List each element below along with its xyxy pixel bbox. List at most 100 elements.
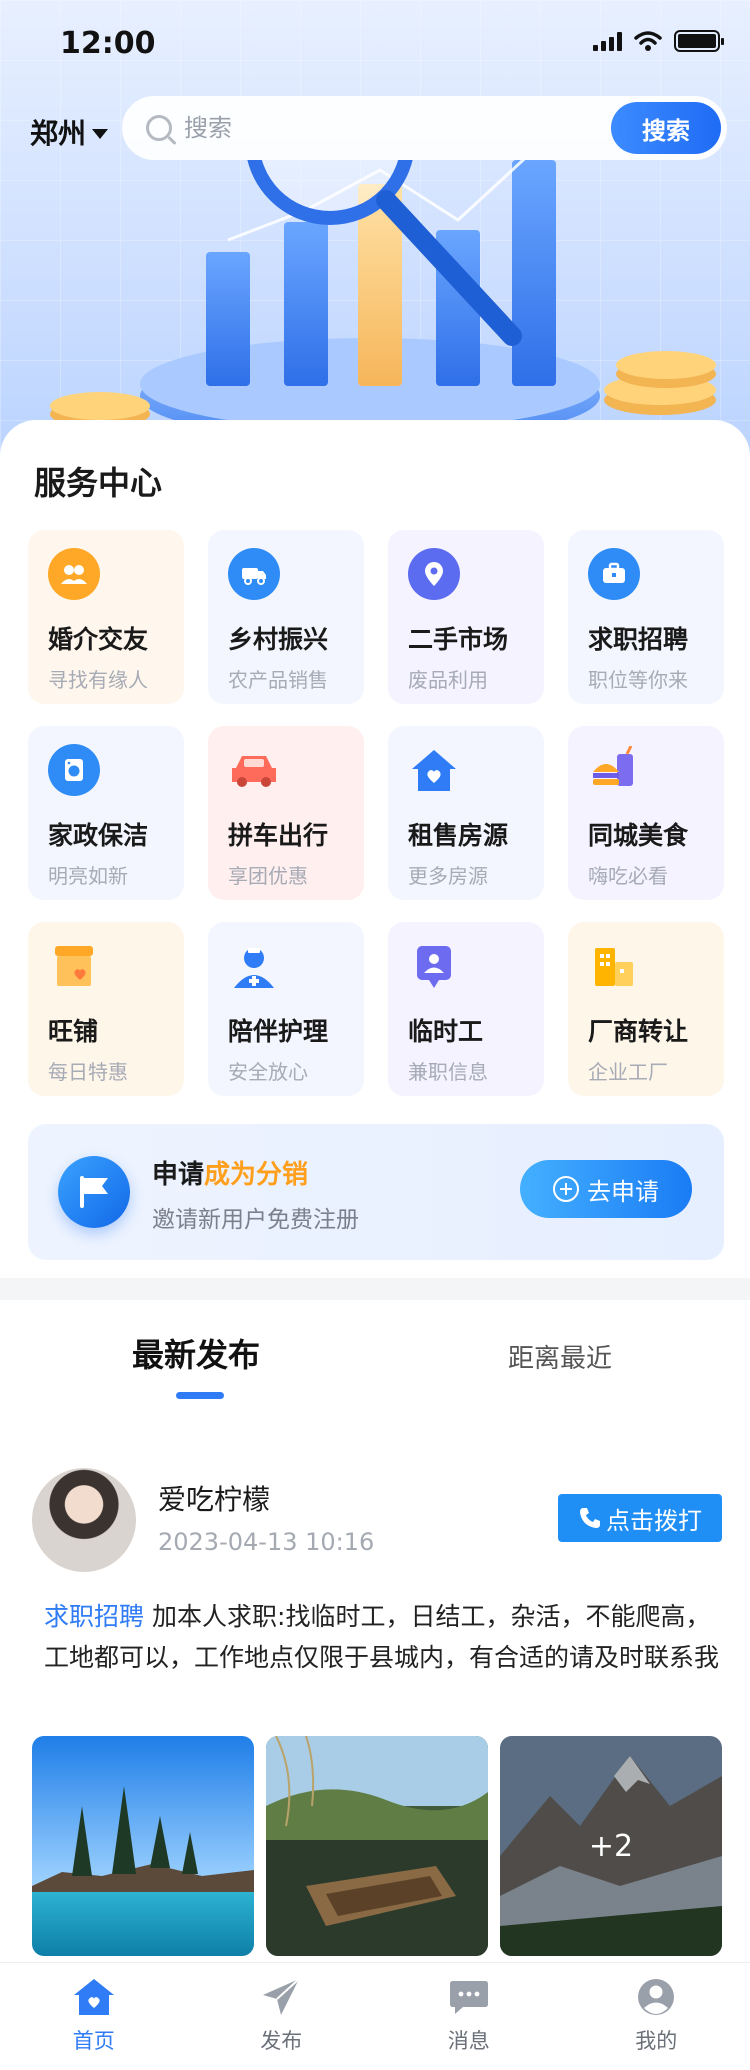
tile-title: 厂商转让: [588, 1017, 689, 1046]
tile-title: 乡村振兴: [228, 625, 329, 654]
service-tile-carpool[interactable]: 拼车出行 享团优惠: [208, 726, 364, 900]
phone-icon: [580, 1508, 600, 1528]
post-username[interactable]: 爱吃柠檬: [158, 1478, 270, 1518]
status-time: 12:00: [60, 26, 156, 61]
post-time: 2023-04-13 10:16: [158, 1528, 375, 1556]
service-tile-secondhand[interactable]: 二手市场 废品利用: [388, 530, 544, 704]
tile-title: 租售房源: [408, 821, 509, 850]
tabbar-item-home[interactable]: 首页: [0, 1963, 188, 2070]
people-icon: [48, 548, 112, 600]
distributor-banner[interactable]: 申请成为分销 邀请新用户免费注册 去申请: [28, 1124, 724, 1260]
tile-title: 陪伴护理: [228, 1017, 329, 1046]
city-selector[interactable]: 郑州: [30, 112, 109, 152]
promo-subtitle: 邀请新用户免费注册: [152, 1207, 359, 1233]
tile-subtitle: 享团优惠: [228, 864, 308, 888]
service-grid: 婚介交友 寻找有缘人 乡村振兴 农产品销售 二手市场 废品利用 求职招聘 职位等…: [28, 530, 724, 1096]
tabbar-label: 首页: [72, 2029, 115, 2053]
call-button[interactable]: 点击拨打: [558, 1494, 722, 1542]
call-button-label: 点击拨打: [606, 1506, 702, 1535]
post-photo-mountain[interactable]: +2: [500, 1736, 722, 1956]
tile-subtitle: 明亮如新: [48, 864, 128, 888]
service-tile-factory[interactable]: 厂商转让 企业工厂: [568, 922, 724, 1096]
tab-nearest[interactable]: 距离最近: [508, 1338, 612, 1375]
tile-subtitle: 兼职信息: [408, 1060, 488, 1084]
tabbar-item-profile[interactable]: 我的: [563, 1963, 750, 2070]
service-tile-jobs[interactable]: 求职招聘 职位等你来: [568, 530, 724, 704]
flag-icon: [58, 1156, 130, 1228]
hero-banner: 12:00 郑州 搜索: [0, 0, 750, 470]
burger-drink-icon: [588, 744, 652, 796]
factory-icon: [588, 940, 652, 992]
tile-title: 旺铺: [48, 1017, 99, 1046]
search-icon: [146, 115, 172, 141]
service-tile-housing[interactable]: 租售房源 更多房源: [388, 726, 544, 900]
tile-subtitle: 职位等你来: [588, 668, 688, 692]
search-input[interactable]: [184, 114, 564, 142]
service-tile-matchmaking[interactable]: 婚介交友 寻找有缘人: [28, 530, 184, 704]
caret-down-icon: [92, 129, 109, 139]
tile-title: 拼车出行: [228, 821, 329, 850]
location-pin-icon: [408, 548, 472, 600]
search-button[interactable]: 搜索: [611, 102, 721, 154]
post-category[interactable]: 求职招聘: [44, 1602, 144, 1631]
apply-button[interactable]: 去申请: [520, 1160, 692, 1218]
id-badge-icon: [408, 940, 472, 992]
tile-subtitle: 废品利用: [408, 668, 488, 692]
service-tile-housekeeping[interactable]: 家政保洁 明亮如新: [28, 726, 184, 900]
tile-subtitle: 更多房源: [408, 864, 488, 888]
tile-subtitle: 农产品销售: [228, 668, 328, 692]
tile-subtitle: 企业工厂: [588, 1060, 668, 1084]
status-bar: 12:00: [0, 0, 750, 88]
nurse-icon: [228, 940, 292, 992]
status-icons: [593, 30, 724, 52]
tile-title: 同城美食: [588, 821, 689, 850]
tab-latest[interactable]: 最新发布: [132, 1330, 260, 1376]
tabbar-label: 我的: [635, 2029, 678, 2053]
feed-section: 最新发布 距离最近 爱吃柠檬 2023-04-13 10:16 点击拨打 求职招…: [0, 1300, 750, 2000]
tile-subtitle: 寻找有缘人: [48, 668, 148, 692]
promo-prefix: 申请: [152, 1160, 205, 1190]
tabbar-label: 发布: [260, 2029, 303, 2053]
profile-icon: [638, 1979, 675, 2015]
service-tile-nursing[interactable]: 陪伴护理 安全放心: [208, 922, 364, 1096]
promo-highlight: 成为分销: [204, 1160, 309, 1190]
more-photos-count[interactable]: +2: [500, 1736, 722, 1956]
search-bar: 搜索: [122, 96, 727, 160]
washing-machine-icon: [48, 744, 112, 796]
promo-title: 申请成为分销: [152, 1154, 308, 1191]
city-name: 郑州: [30, 117, 87, 150]
feed-tabs: 最新发布 距离最近: [0, 1330, 750, 1410]
briefcase-icon: [588, 548, 652, 600]
post-photo-lake[interactable]: [32, 1736, 254, 1956]
send-icon: [263, 1978, 300, 2015]
chat-icon: [449, 1981, 488, 2014]
tile-title: 求职招聘: [588, 625, 689, 654]
tab-active-indicator: [176, 1392, 224, 1399]
avatar[interactable]: [32, 1468, 136, 1572]
tabbar-item-messages[interactable]: 消息: [375, 1963, 563, 2070]
service-tile-rural[interactable]: 乡村振兴 农产品销售: [208, 530, 364, 704]
service-center: 服务中心 婚介交友 寻找有缘人 乡村振兴 农产品销售 二手市场 废品利用 求职招…: [0, 420, 750, 1278]
car-icon: [228, 744, 292, 796]
tile-title: 临时工: [408, 1017, 484, 1046]
home-heart-icon: [73, 1979, 114, 2015]
post-text: 加本人求职:找临时工，日结工，杂活，不能爬高，工地都可以，工作地点仅限于县城内，…: [44, 1602, 720, 1672]
analytics-illustration: [50, 160, 716, 442]
section-title: 服务中心: [34, 464, 163, 502]
bottom-tab-bar: 首页 发布 消息 我的: [0, 1962, 750, 2070]
tile-subtitle: 每日特惠: [48, 1060, 128, 1084]
truck-icon: [228, 548, 292, 600]
service-tile-food[interactable]: 同城美食 嗨吃必看: [568, 726, 724, 900]
cellular-signal-icon: [593, 31, 622, 51]
plus-circle-icon: [553, 1176, 579, 1202]
post-photos: +2: [32, 1736, 722, 1956]
post-content[interactable]: 求职招聘 加本人求职:找临时工，日结工，杂活，不能爬高，工地都可以，工作地点仅限于…: [44, 1596, 724, 1678]
tabbar-item-publish[interactable]: 发布: [188, 1963, 376, 2070]
service-tile-shop[interactable]: 旺铺 每日特惠: [28, 922, 184, 1096]
tabbar-label: 消息: [447, 2029, 490, 2053]
post-photo-boat[interactable]: [266, 1736, 488, 1956]
tile-subtitle: 安全放心: [228, 1060, 308, 1084]
apply-button-label: 去申请: [587, 1177, 659, 1206]
battery-icon: [674, 30, 724, 52]
service-tile-temp-work[interactable]: 临时工 兼职信息: [388, 922, 544, 1096]
